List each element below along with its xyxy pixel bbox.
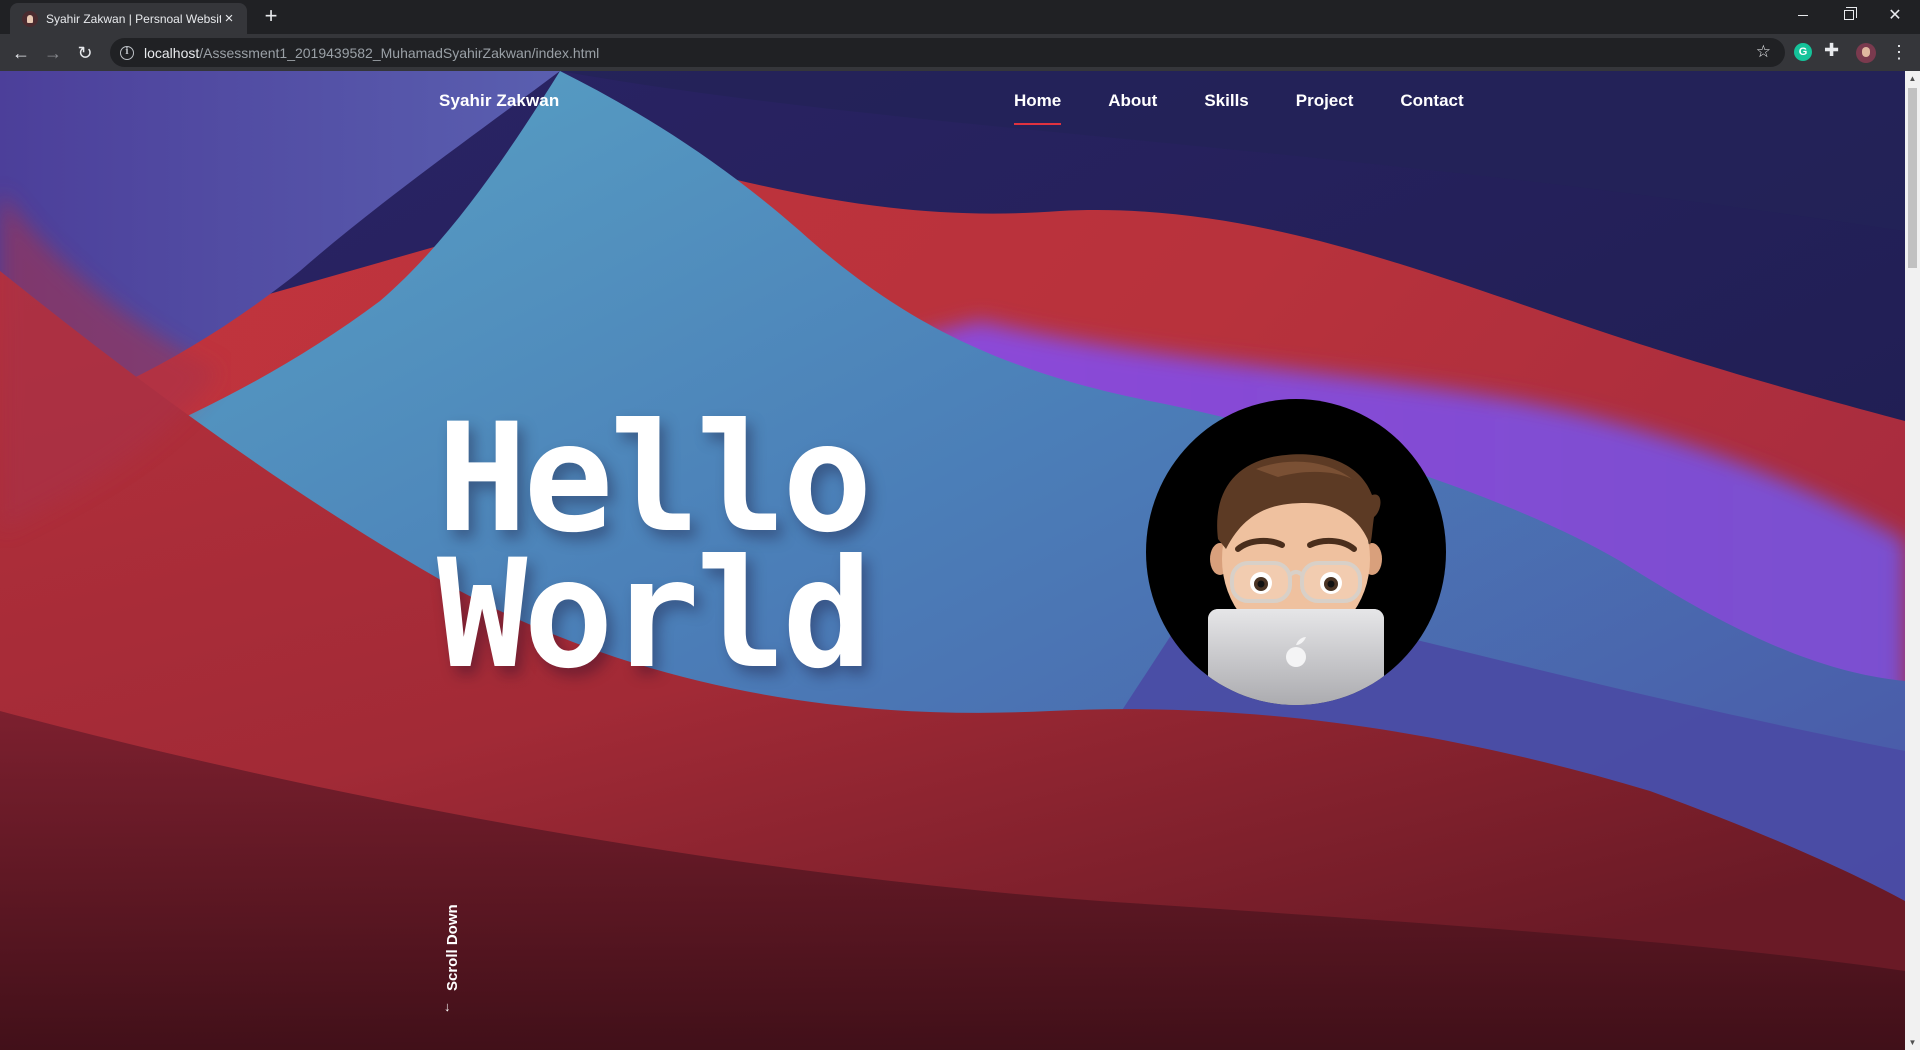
grammarly-icon[interactable]: G <box>1794 43 1812 61</box>
url-host: localhost <box>144 44 200 61</box>
site-nav: Home About Skills Project Contact <box>1014 91 1464 125</box>
scroll-up-arrow-icon[interactable]: ▲ <box>1905 71 1920 86</box>
close-icon: ✕ <box>1888 7 1902 24</box>
url-path: /Assessment1_2019439582_MuhamadSyahirZak… <box>199 44 600 61</box>
reload-button[interactable]: ↻ <box>71 39 99 67</box>
hero-line-2: World <box>437 528 873 702</box>
scroll-down-label: Scroll Down <box>444 904 461 991</box>
page-scrollbar[interactable]: ▲ ▼ <box>1905 71 1920 1050</box>
scrollbar-thumb[interactable] <box>1908 88 1917 268</box>
page-viewport: Syahir Zakwan Home About Skills Project … <box>0 71 1905 1050</box>
scroll-down-arrow-icon[interactable]: ▼ <box>1905 1035 1920 1050</box>
close-window-button[interactable]: ✕ <box>1872 0 1918 30</box>
menu-dots-icon[interactable]: ⋮ <box>1890 40 1908 64</box>
info-icon[interactable]: i <box>120 45 134 60</box>
nav-link-contact[interactable]: Contact <box>1400 91 1463 111</box>
down-arrow-icon: ↓ <box>444 999 451 1014</box>
memoji-illustration <box>1208 454 1384 705</box>
back-button[interactable]: ← <box>7 39 35 67</box>
profile-avatar[interactable] <box>1856 43 1876 63</box>
site-brand[interactable]: Syahir Zakwan <box>439 91 559 111</box>
reload-icon: ↻ <box>77 43 93 63</box>
nav-link-about[interactable]: About <box>1108 91 1157 111</box>
tab-close-icon[interactable]: × <box>221 10 237 27</box>
wave-background <box>0 71 1905 1050</box>
hero-line-1: Hello <box>437 392 873 566</box>
back-arrow-icon: ← <box>12 43 30 63</box>
forward-button[interactable]: → <box>39 39 67 67</box>
tab-title: Syahir Zakwan | Persnoal Website <box>46 11 221 26</box>
nav-link-skills[interactable]: Skills <box>1204 91 1248 111</box>
minimize-icon <box>1798 14 1808 16</box>
tab-favicon-icon <box>22 10 38 27</box>
browser-tab[interactable]: Syahir Zakwan | Persnoal Website × <box>10 3 247 34</box>
nav-link-project[interactable]: Project <box>1296 91 1354 111</box>
address-bar[interactable]: i localhost/Assessment1_2019439582_Muham… <box>110 38 1785 67</box>
hero-heading: Hello World <box>437 392 873 702</box>
scroll-down-hint[interactable]: Scroll Down ↓ <box>438 901 468 1041</box>
restore-button[interactable] <box>1826 0 1872 30</box>
restore-icon <box>1844 7 1857 20</box>
nav-link-home[interactable]: Home <box>1014 91 1062 125</box>
puzzle-icon[interactable]: ✚ <box>1824 40 1839 61</box>
forward-arrow-icon: → <box>44 43 62 63</box>
avatar-image <box>1146 399 1446 705</box>
new-tab-button[interactable]: + <box>260 5 282 27</box>
minimize-button[interactable] <box>1780 0 1826 30</box>
browser-toolbar: ← → ↻ i localhost/Assessment1_2019439582… <box>0 34 1920 71</box>
star-icon[interactable]: ☆ <box>1756 42 1771 62</box>
tab-strip: Syahir Zakwan | Persnoal Website × + ✕ <box>0 0 1920 34</box>
